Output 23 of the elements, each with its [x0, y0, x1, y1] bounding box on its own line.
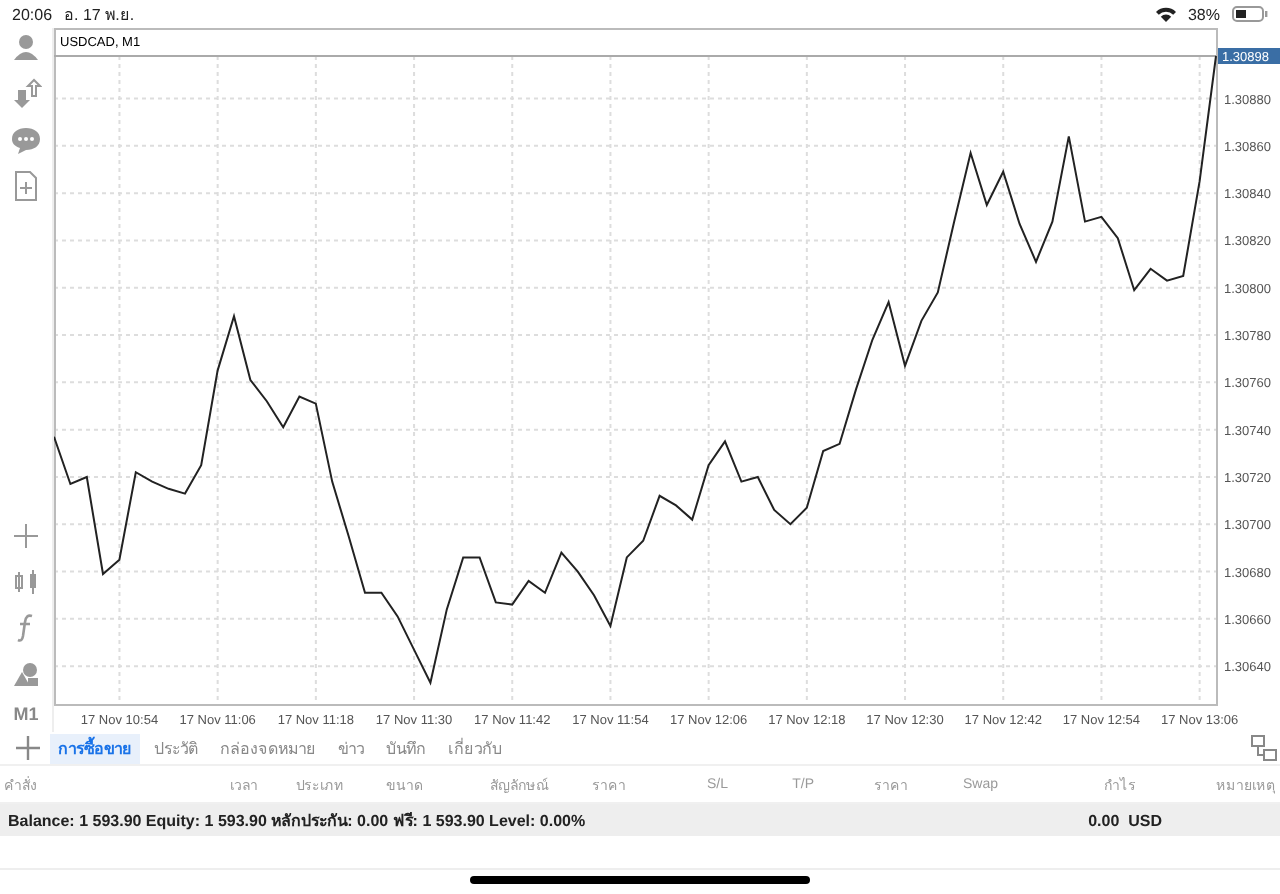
- layout-icon[interactable]: [1248, 732, 1280, 764]
- shapes-icon[interactable]: [10, 658, 42, 690]
- account-summary: Balance: 1 593.90 Equity: 1 593.90 หลักประกัน: 0.00 ฟรี: 1 593.90 Level: 0.00%: [8, 809, 586, 833]
- chat-icon[interactable]: [10, 124, 42, 156]
- date: อ. 17 พ.ย.: [64, 3, 135, 27]
- tab[interactable]: ประวัติ: [146, 733, 206, 763]
- total-profit: 0.00 USD: [1088, 811, 1162, 829]
- wifi-icon: [1155, 6, 1176, 22]
- new-document-icon[interactable]: [10, 170, 42, 202]
- tab[interactable]: เกี่ยวกับ: [440, 733, 510, 763]
- tab[interactable]: บันทึก: [378, 733, 434, 763]
- transfer-arrows-icon[interactable]: [10, 78, 42, 110]
- battery-percent: 38%: [1187, 5, 1220, 23]
- tab[interactable]: กล่องจดหมาย: [212, 733, 324, 763]
- clock: 20:06: [12, 5, 53, 23]
- crosshair-icon[interactable]: [10, 520, 42, 552]
- tab[interactable]: การซื้อขาย: [50, 733, 140, 763]
- battery-icon: [1232, 6, 1268, 22]
- candlestick-icon[interactable]: [10, 566, 42, 598]
- add-icon[interactable]: [12, 732, 44, 764]
- tab[interactable]: ข่าว: [330, 733, 372, 763]
- timeframe-button[interactable]: M1: [13, 704, 39, 724]
- person-icon[interactable]: [10, 32, 42, 64]
